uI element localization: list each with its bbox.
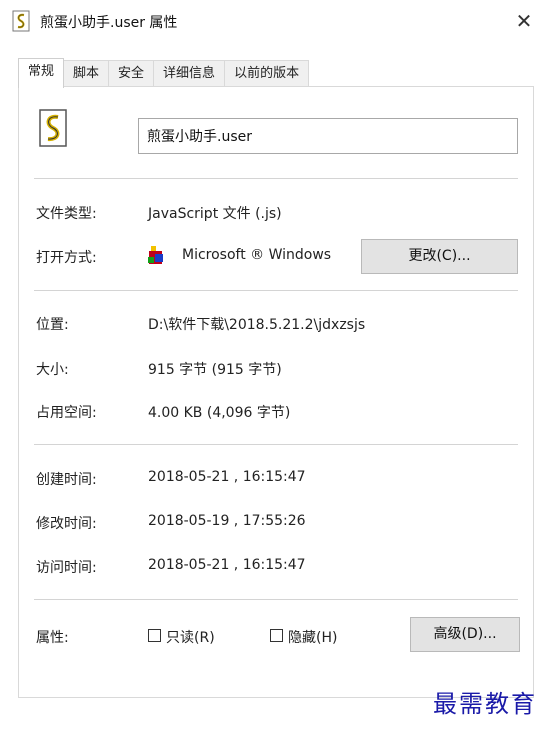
close-button[interactable]: ✕ xyxy=(507,6,541,36)
hidden-checkbox[interactable] xyxy=(270,629,283,642)
separator xyxy=(34,599,518,600)
watermark-text: 最需教育 xyxy=(433,690,537,718)
tab-security[interactable]: 安全 xyxy=(108,60,155,87)
accessed-value: 2018-05-21 , 16:15:47 xyxy=(148,557,306,573)
script-file-icon xyxy=(12,10,30,32)
advanced-button[interactable]: 高级(D)... xyxy=(410,617,520,652)
change-button[interactable]: 更改(C)... xyxy=(361,239,518,274)
disk-size-value: 4.00 KB (4,096 字节) xyxy=(148,405,291,421)
size-value: 915 字节 (915 字节) xyxy=(148,362,282,378)
disk-size-label: 占用空间: xyxy=(36,405,97,421)
accessed-label: 访问时间: xyxy=(36,560,97,576)
location-label: 位置: xyxy=(36,317,69,333)
title-bar: 煎蛋小助手.user 属性 ✕ xyxy=(0,0,549,44)
separator xyxy=(34,290,518,291)
attributes-label: 属性: xyxy=(36,630,69,646)
tab-previous-versions[interactable]: 以前的版本 xyxy=(224,60,310,87)
open-with-value: Microsoft ® Windows xyxy=(182,247,332,263)
tab-script[interactable]: 脚本 xyxy=(63,60,110,87)
file-name-input[interactable] xyxy=(138,118,518,154)
size-label: 大小: xyxy=(36,362,69,378)
readonly-checkbox[interactable] xyxy=(148,629,161,642)
hidden-label[interactable]: 隐藏(H) xyxy=(288,627,337,647)
tab-general[interactable]: 常规 xyxy=(18,58,65,88)
open-with-label: 打开方式: xyxy=(36,250,97,266)
modified-label: 修改时间: xyxy=(36,516,97,532)
created-label: 创建时间: xyxy=(36,472,97,488)
windows-script-host-icon xyxy=(148,246,163,264)
script-file-icon xyxy=(39,109,67,147)
created-value: 2018-05-21 , 16:15:47 xyxy=(148,469,306,485)
location-value: D:\软件下载\2018.5.21.2\jdxzsjs xyxy=(148,317,366,333)
separator xyxy=(34,178,518,179)
close-icon: ✕ xyxy=(515,9,533,33)
window-title: 煎蛋小助手.user 属性 xyxy=(40,15,178,31)
tab-strip: 常规 脚本 安全 详细信息 以前的版本 xyxy=(18,58,310,88)
file-type-value: JavaScript 文件 (.js) xyxy=(148,206,282,222)
modified-value: 2018-05-19 , 17:55:26 xyxy=(148,513,306,529)
tab-details[interactable]: 详细信息 xyxy=(153,60,226,87)
file-type-label: 文件类型: xyxy=(36,206,97,222)
readonly-label[interactable]: 只读(R) xyxy=(166,627,215,647)
properties-dialog: 煎蛋小助手.user 属性 ✕ 常规 脚本 安全 详细信息 以前的版本 文件类型… xyxy=(0,0,549,734)
separator xyxy=(34,444,518,445)
